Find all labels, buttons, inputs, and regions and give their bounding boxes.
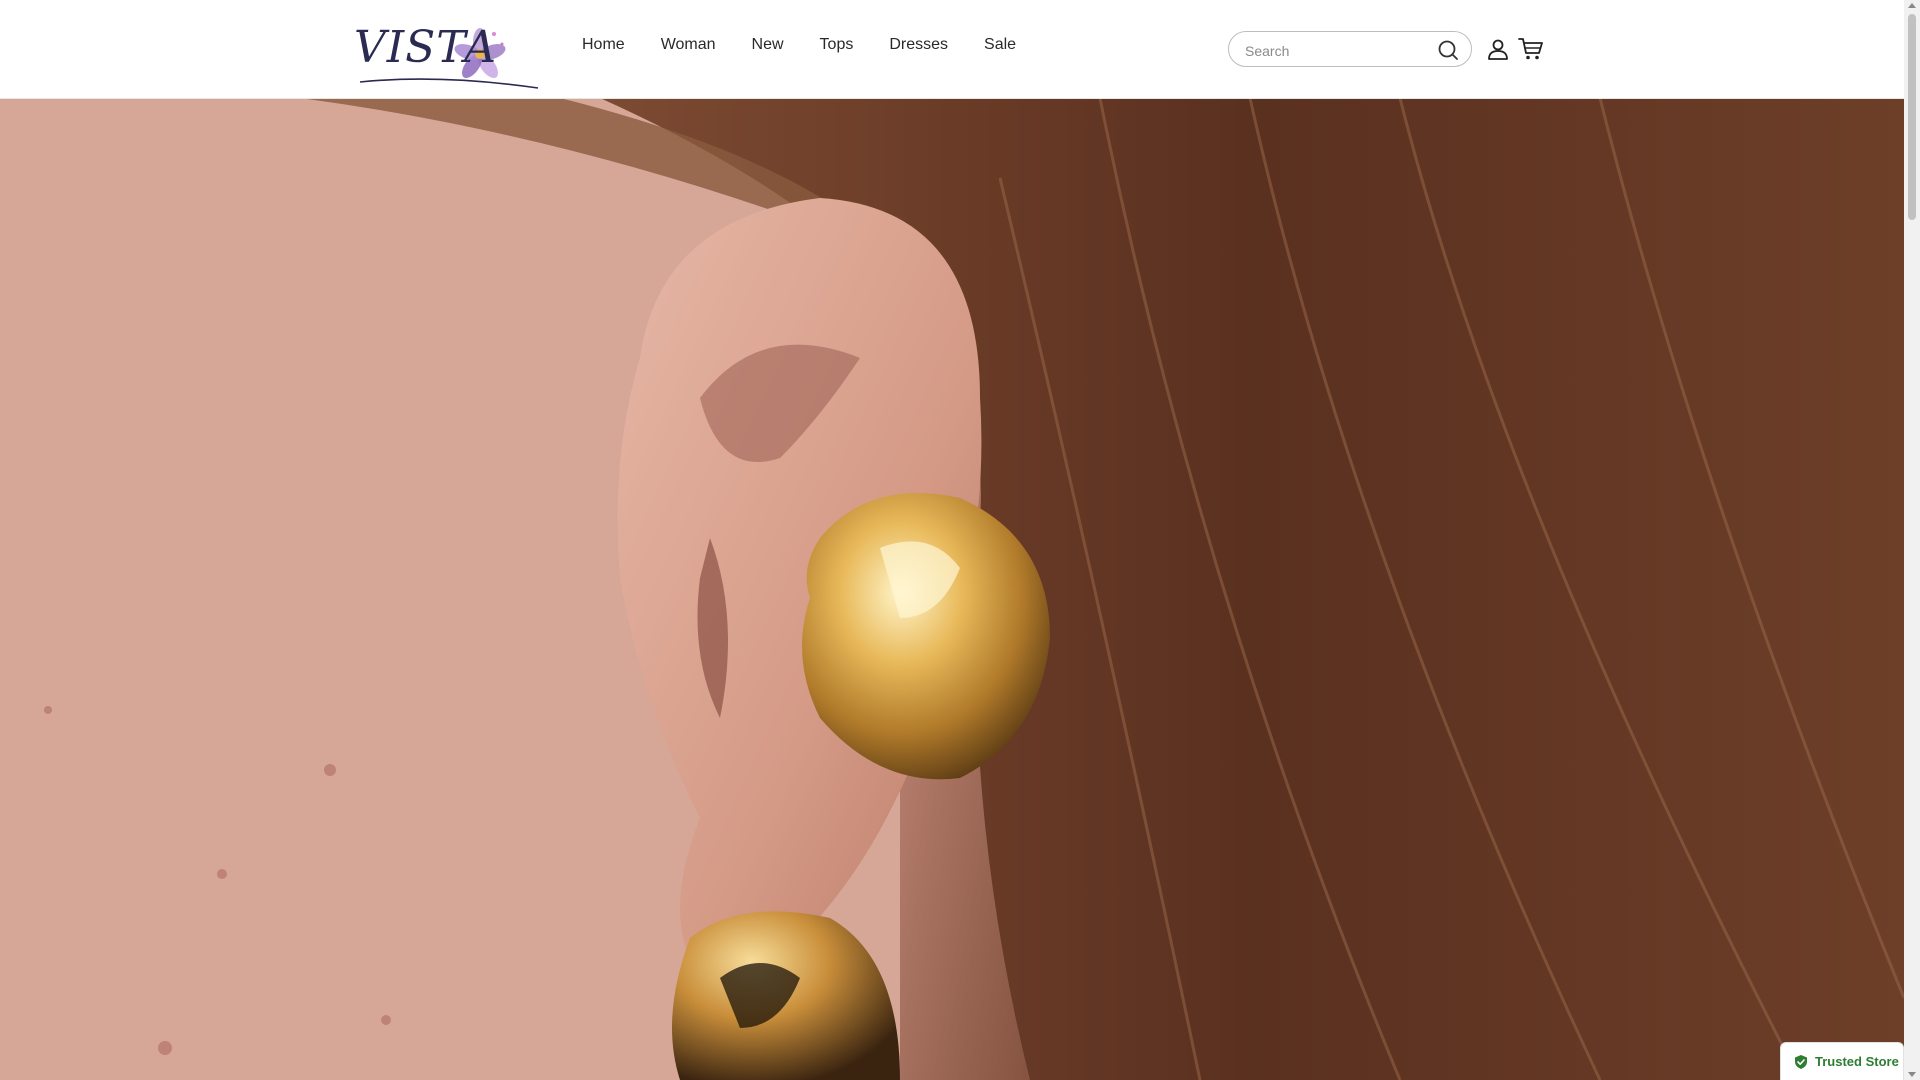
nav-item-dresses[interactable]: Dresses [889, 36, 948, 54]
main-nav: Home Woman New Tops Dresses Sale [582, 36, 1052, 54]
trusted-store-badge[interactable]: Trusted Store [1780, 1042, 1904, 1080]
site-header: VISTA Home Woman New Tops Dresses Sale [0, 0, 1904, 99]
trusted-store-label: Trusted Store [1815, 1054, 1899, 1069]
shield-check-icon [1795, 1054, 1807, 1069]
page: VISTA Home Woman New Tops Dresses Sale S… [0, 0, 1904, 1080]
nav-item-new[interactable]: New [752, 36, 784, 54]
hero-earring-photo [0, 98, 1904, 1080]
search-input[interactable] [1243, 40, 1437, 62]
nav-item-woman[interactable]: Woman [661, 36, 716, 54]
cart-icon[interactable] [1518, 37, 1544, 61]
scrollbar-thumb[interactable] [1908, 14, 1916, 220]
scroll-up-arrow[interactable] [1908, 3, 1916, 8]
brand-logo[interactable]: VISTA [350, 8, 542, 90]
scroll-down-arrow[interactable] [1908, 1072, 1916, 1077]
user-icon[interactable] [1486, 37, 1510, 61]
search-icon[interactable] [1437, 39, 1459, 61]
nav-item-sale[interactable]: Sale [984, 36, 1016, 54]
nav-item-home[interactable]: Home [582, 36, 625, 54]
page-scrollbar[interactable] [1904, 0, 1920, 1080]
nav-item-tops[interactable]: Tops [820, 36, 854, 54]
search-box [1228, 31, 1472, 67]
hero-image[interactable] [0, 98, 1904, 1080]
logo-text: VISTA [354, 22, 498, 73]
